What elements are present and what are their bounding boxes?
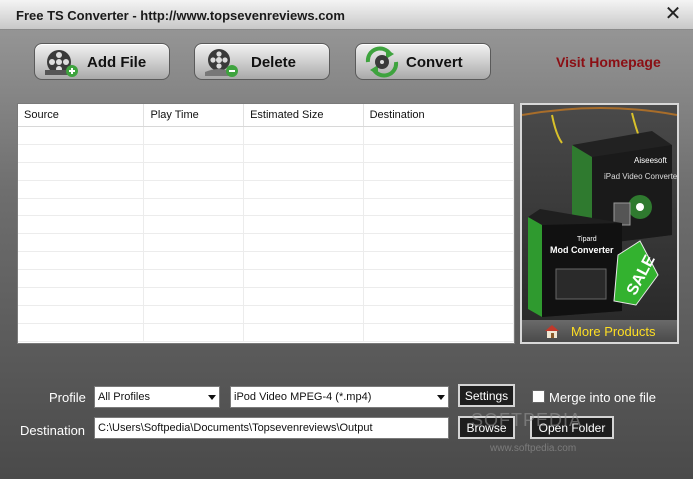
- chevron-down-icon: [208, 395, 216, 400]
- promo-box1-brand: Aiseesoft: [634, 156, 668, 165]
- profile-category-select[interactable]: All Profiles: [94, 386, 220, 408]
- softpedia-watermark-url: www.softpedia.com: [490, 443, 577, 454]
- film-reel-add-icon: [45, 50, 78, 77]
- file-list-body: [18, 127, 514, 343]
- empty-row: [18, 288, 514, 306]
- empty-row: [18, 198, 514, 217]
- softpedia-watermark: SOFTPEDIA: [471, 410, 583, 430]
- promo-box2-brand: Tipard: [577, 236, 597, 243]
- window-title: Free TS Converter - http://www.topsevenr…: [16, 8, 345, 23]
- column-header-play-time[interactable]: Play Time: [144, 104, 245, 126]
- more-products-link[interactable]: More Products: [522, 320, 677, 342]
- file-list-header: Source Play Time Estimated Size Destinat…: [18, 104, 514, 127]
- empty-row: [18, 234, 514, 253]
- empty-row: [18, 252, 514, 271]
- promo-box2-product: Mod Converter: [550, 245, 614, 255]
- merge-label: Merge into one file: [549, 390, 656, 405]
- empty-row: [18, 180, 514, 199]
- film-reel-delete-icon: [205, 49, 238, 77]
- profile-category-value: All Profiles: [98, 391, 150, 403]
- column-header-source[interactable]: Source: [18, 104, 145, 126]
- promo-banner[interactable]: Aiseesoft iPad Video Converter Tipard Mo…: [520, 103, 679, 344]
- profile-format-select[interactable]: iPod Video MPEG-4 (*.mp4): [230, 386, 449, 408]
- profile-label: Profile: [49, 390, 86, 405]
- column-header-destination[interactable]: Destination: [364, 104, 514, 126]
- promo-product-boxes-image: Aiseesoft iPad Video Converter Tipard Mo…: [522, 105, 677, 320]
- add-file-label: Add File: [87, 54, 147, 71]
- empty-row: [18, 127, 514, 145]
- more-products-label: More Products: [571, 324, 656, 339]
- empty-row: [18, 144, 514, 163]
- convert-button[interactable]: Convert: [355, 43, 491, 80]
- destination-label: Destination: [20, 423, 86, 438]
- empty-row: [18, 270, 514, 289]
- empty-row: [18, 305, 514, 324]
- close-icon[interactable]: ✕: [663, 4, 683, 24]
- chevron-down-icon: [437, 395, 445, 400]
- title-bar: Free TS Converter - http://www.topsevenr…: [0, 0, 693, 30]
- delete-label: Delete: [251, 54, 297, 71]
- empty-row: [18, 162, 514, 181]
- promo-box1-product: iPad Video Converter: [604, 172, 677, 181]
- home-icon: [545, 325, 559, 338]
- destination-path-input[interactable]: C:\Users\Softpedia\Documents\Topsevenrev…: [94, 417, 449, 439]
- empty-row: [18, 323, 514, 342]
- file-list-table[interactable]: Source Play Time Estimated Size Destinat…: [17, 103, 515, 344]
- convert-label: Convert: [406, 54, 463, 71]
- profile-format-value: iPod Video MPEG-4 (*.mp4): [234, 391, 372, 403]
- merge-checkbox[interactable]: [532, 390, 545, 403]
- add-file-button[interactable]: Add File: [34, 43, 170, 80]
- delete-button[interactable]: Delete: [194, 43, 330, 80]
- convert-arrows-icon: [365, 46, 399, 78]
- visit-homepage-link[interactable]: Visit Homepage: [556, 54, 661, 70]
- settings-button[interactable]: Settings: [458, 384, 515, 407]
- empty-row: [18, 216, 514, 235]
- column-header-estimated-size[interactable]: Estimated Size: [244, 104, 364, 126]
